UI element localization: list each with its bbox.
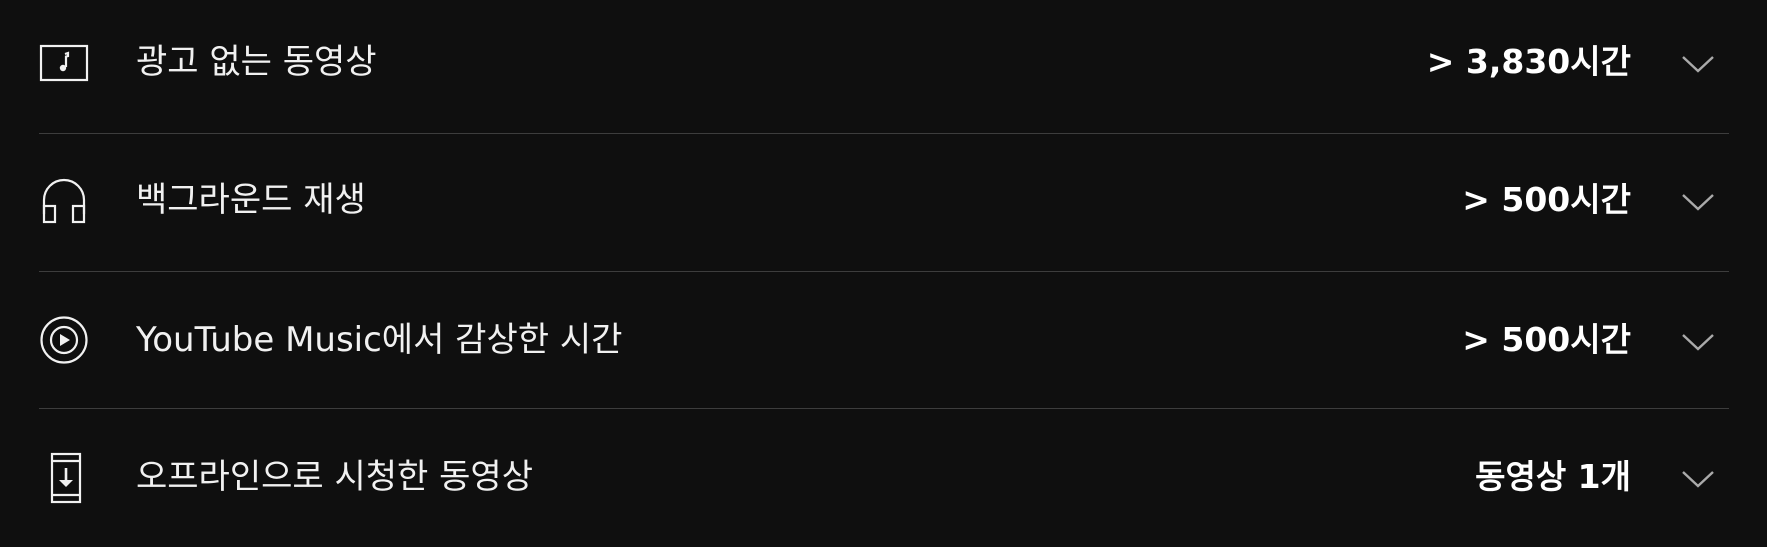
row-label: 백그라운드 재생 <box>136 180 366 220</box>
play-circle-icon <box>39 315 89 365</box>
chevron-down-icon[interactable] <box>1681 469 1715 489</box>
row-value: > 500시간 <box>1462 180 1631 219</box>
row-label: 오프라인으로 시청한 동영상 <box>136 457 533 497</box>
headphones-icon <box>39 176 89 226</box>
list-item-ad-free[interactable]: 광고 없는 동영상 > 3,830시간 <box>39 0 1729 134</box>
benefits-list: 광고 없는 동영상 > 3,830시간 백그라운드 재생 > 500시간 You… <box>39 0 1729 546</box>
row-label: YouTube Music에서 감상한 시간 <box>136 320 623 360</box>
list-item-offline[interactable]: 오프라인으로 시청한 동영상 동영상 1개 <box>39 409 1729 546</box>
row-value: > 3,830시간 <box>1426 42 1631 81</box>
chevron-down-icon[interactable] <box>1681 192 1715 212</box>
list-item-background-play[interactable]: 백그라운드 재생 > 500시간 <box>39 134 1729 272</box>
row-value: > 500시간 <box>1462 320 1631 359</box>
row-value: 동영상 1개 <box>1475 457 1631 496</box>
chevron-down-icon[interactable] <box>1681 54 1715 74</box>
offline-download-icon <box>39 452 89 504</box>
music-video-icon <box>39 38 89 88</box>
list-item-youtube-music[interactable]: YouTube Music에서 감상한 시간 > 500시간 <box>39 272 1729 409</box>
chevron-down-icon[interactable] <box>1681 332 1715 352</box>
row-label: 광고 없는 동영상 <box>136 42 377 82</box>
